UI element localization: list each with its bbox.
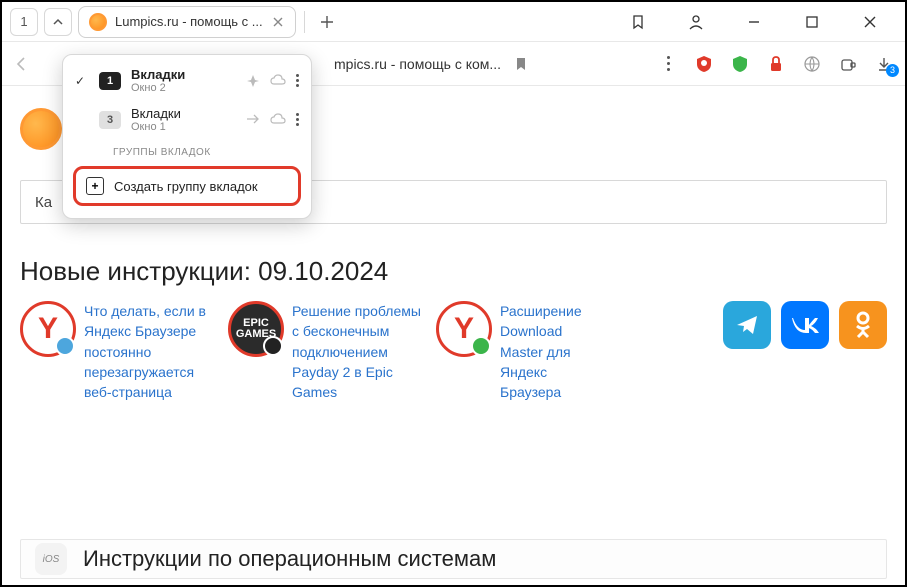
cloud-icon[interactable]: [270, 113, 286, 125]
epic-games-icon: EPICGAMES: [228, 301, 284, 357]
article-link[interactable]: Решение проблемы с бесконечным подключен…: [292, 301, 424, 402]
mini-badge-icon: [55, 336, 75, 356]
shield-green-icon: [731, 55, 749, 73]
extensions-icon[interactable]: [839, 55, 857, 73]
window-item-text: Вкладки Окно 2: [131, 67, 236, 94]
dots-vertical-icon[interactable]: [296, 74, 299, 88]
mini-badge-icon: [263, 336, 283, 356]
globe-icon: [803, 55, 821, 73]
yandex-browser-icon: [20, 301, 76, 357]
adblock-icon[interactable]: [695, 55, 713, 73]
menu-dots-button[interactable]: [659, 55, 677, 73]
telegram-button[interactable]: [723, 301, 771, 349]
article-card[interactable]: Что делать, если в Яндекс Браузере посто…: [20, 301, 216, 402]
address-box[interactable]: mpics.ru - помощь с ком...: [334, 48, 537, 80]
window-item-2[interactable]: 3 Вкладки Окно 1: [63, 100, 311, 139]
article-card[interactable]: Расширение Download Master для Яндекс Бр…: [436, 301, 606, 402]
bookmark-icon[interactable]: [515, 57, 527, 71]
address-text: mpics.ru - помощь с ком...: [334, 56, 501, 72]
tab-title: Lumpics.ru - помощь с ...: [115, 14, 263, 29]
dropdown-section-label: ГРУППЫ ВКЛАДОК: [63, 139, 311, 162]
tabs-dropdown-panel: ✓ 1 Вкладки Окно 2 3 Вкладки Окно 1 ГРУП…: [62, 54, 312, 219]
tab-count-badge: 1: [99, 72, 121, 90]
ok-button[interactable]: [839, 301, 887, 349]
create-group-label: Создать группу вкладок: [114, 179, 258, 194]
article-card[interactable]: EPICGAMES Решение проблемы с бесконечным…: [228, 301, 424, 402]
bottom-heading: Инструкции по операционным системам: [83, 546, 496, 572]
close-icon: [864, 16, 876, 28]
telegram-icon: [734, 312, 760, 338]
profile-icon[interactable]: [677, 7, 715, 37]
window-item-actions: [246, 74, 299, 88]
close-icon: [273, 17, 283, 27]
favicon-icon: [89, 13, 107, 31]
puzzle-icon: [839, 55, 857, 73]
window-item-text: Вкладки Окно 1: [131, 106, 236, 133]
arrow-right-icon[interactable]: [246, 113, 260, 125]
person-icon: [688, 14, 704, 30]
site-logo-icon[interactable]: [20, 108, 62, 150]
tabs-counter[interactable]: 1: [10, 8, 38, 36]
section-heading: Новые инструкции: 09.10.2024: [20, 256, 887, 287]
bookmark-bar-icon[interactable]: [619, 7, 657, 37]
active-tab[interactable]: Lumpics.ru - помощь с ...: [78, 6, 296, 38]
arrow-left-icon: [14, 56, 30, 72]
ok-icon: [854, 311, 872, 339]
plus-box-icon: +: [86, 177, 104, 195]
ios-icon: iOS: [35, 543, 67, 575]
back-button[interactable]: [14, 56, 34, 72]
article-cards: Что делать, если в Яндекс Браузере посто…: [20, 301, 887, 402]
chevron-up-icon: [52, 16, 64, 28]
minimize-button[interactable]: [735, 7, 773, 37]
security-icon[interactable]: [767, 55, 785, 73]
toolbar-right: 3: [659, 55, 893, 73]
article-link[interactable]: Что делать, если в Яндекс Браузере посто…: [84, 301, 216, 402]
lock-red-icon: [768, 55, 784, 73]
tab-close-button[interactable]: [271, 15, 285, 29]
cloud-icon[interactable]: [270, 74, 286, 86]
dots-vertical-icon[interactable]: [296, 113, 299, 126]
protect-icon[interactable]: [731, 55, 749, 73]
social-buttons: [723, 301, 887, 349]
window-item-1[interactable]: ✓ 1 Вкладки Окно 2: [63, 61, 311, 100]
search-text-left: Ка: [35, 194, 52, 211]
minimize-icon: [747, 15, 761, 29]
new-tab-button[interactable]: [313, 8, 341, 36]
tabs-chevron-button[interactable]: [44, 8, 72, 36]
globe-icon[interactable]: [803, 55, 821, 73]
downloads-button[interactable]: 3: [875, 55, 893, 73]
close-window-button[interactable]: [851, 7, 889, 37]
pin-icon[interactable]: [246, 74, 260, 88]
mini-badge-icon: [471, 336, 491, 356]
tab-count-badge: 3: [99, 111, 121, 129]
tab-bar: 1 Lumpics.ru - помощь с ...: [2, 2, 905, 42]
dots-vertical-icon: [667, 56, 670, 71]
download-badge: 3: [886, 64, 899, 77]
tab-separator: [304, 11, 305, 33]
check-icon: ✓: [75, 74, 89, 88]
article-link[interactable]: Расширение Download Master для Яндекс Бр…: [500, 301, 606, 402]
plus-icon: [320, 15, 334, 29]
create-tab-group-button[interactable]: + Создать группу вкладок: [73, 166, 301, 206]
maximize-button[interactable]: [793, 7, 831, 37]
yandex-browser-icon: [436, 301, 492, 357]
bookmark-outline-icon: [630, 14, 646, 30]
vk-icon: [791, 316, 819, 334]
vk-button[interactable]: [781, 301, 829, 349]
window-item-actions: [246, 113, 299, 126]
maximize-icon: [806, 16, 818, 28]
bottom-section[interactable]: iOS Инструкции по операционным системам: [20, 539, 887, 579]
shield-red-icon: [695, 55, 713, 73]
window-controls: [619, 7, 897, 37]
